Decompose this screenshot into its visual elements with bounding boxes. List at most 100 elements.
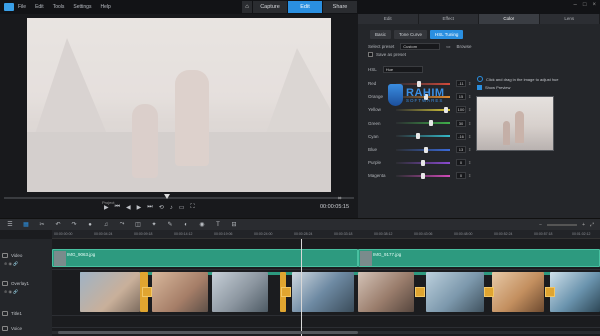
- slider-track[interactable]: [396, 146, 450, 153]
- slider-value[interactable]: 30: [456, 119, 466, 127]
- overlay-clip[interactable]: [426, 272, 484, 312]
- slider-value[interactable]: 0: [456, 159, 466, 167]
- time-ruler[interactable]: 00:00:00:00 00:00:04:24 00:00:09:18 00:0…: [52, 230, 600, 239]
- video-clip[interactable]: IMG_9063.jpg: [52, 249, 358, 267]
- stepper-icon[interactable]: ⇕: [468, 173, 471, 178]
- transition-icon[interactable]: [281, 287, 291, 297]
- audio-icon[interactable]: ♫: [100, 222, 112, 228]
- next-frame-icon[interactable]: ▶: [137, 204, 142, 211]
- split-icon[interactable]: ◫: [132, 221, 144, 228]
- slider-value[interactable]: -16: [456, 132, 466, 140]
- redo-icon[interactable]: ↷: [68, 221, 80, 228]
- paint-icon[interactable]: ✎: [164, 221, 176, 228]
- slider-knob[interactable]: [428, 120, 433, 127]
- play-icon[interactable]: ▶: [104, 204, 109, 211]
- prev-frame-icon[interactable]: ◀: [126, 204, 131, 211]
- fx-icon[interactable]: ✦: [148, 221, 160, 228]
- minimize-icon[interactable]: –: [574, 2, 577, 8]
- preview-window[interactable]: [27, 18, 331, 192]
- timecode-display[interactable]: 00:00:05:15: [320, 204, 349, 210]
- repeat-icon[interactable]: ⟲: [159, 204, 164, 211]
- stepper-icon[interactable]: ⇕: [468, 134, 471, 139]
- menu-help[interactable]: Help: [100, 4, 110, 10]
- mask-icon[interactable]: ◐: [180, 222, 192, 228]
- scrub-handle[interactable]: [164, 194, 170, 199]
- video-clip[interactable]: IMG_9177.jpg: [358, 249, 600, 267]
- zoom-out-icon[interactable]: −: [539, 222, 542, 228]
- undo-icon[interactable]: ↶: [52, 221, 64, 228]
- scrub-bar[interactable]: [4, 197, 354, 199]
- track-header-voice[interactable]: Voice: [2, 326, 22, 331]
- tab-lens[interactable]: Lens: [539, 14, 600, 24]
- browse-button[interactable]: Browse: [457, 44, 472, 49]
- slider-green[interactable]: Green 30 ⇕: [368, 117, 480, 130]
- slider-purple[interactable]: Purple 0 ⇕: [368, 156, 480, 169]
- color-icon[interactable]: ◉: [196, 221, 208, 228]
- tracks-icon[interactable]: ☰: [4, 221, 16, 228]
- scrollbar-thumb[interactable]: [58, 331, 358, 334]
- home-start-icon[interactable]: ⏮: [115, 204, 120, 211]
- transition-icon[interactable]: [415, 287, 425, 297]
- zoom-slider[interactable]: [547, 224, 578, 226]
- overlay-clip[interactable]: [492, 272, 544, 312]
- transition-icon[interactable]: [484, 287, 494, 297]
- zoom-in-icon[interactable]: +: [582, 222, 585, 228]
- folder-icon[interactable]: ▭: [446, 44, 450, 50]
- fit-icon[interactable]: ⤢: [590, 222, 594, 228]
- track-header-title[interactable]: Title1: [2, 311, 22, 316]
- track-controls[interactable]: ⊕ ◉ 🔗: [4, 261, 18, 266]
- slider-cyan[interactable]: Cyan -16 ⇕: [368, 130, 480, 143]
- home-icon[interactable]: ⌂: [242, 1, 252, 13]
- text-icon[interactable]: T: [212, 222, 224, 228]
- close-icon[interactable]: ×: [592, 2, 596, 8]
- menu-file[interactable]: File: [18, 4, 26, 10]
- slider-track[interactable]: [396, 172, 450, 179]
- maximize-icon[interactable]: □: [583, 2, 587, 8]
- stepper-icon[interactable]: ⇕: [468, 94, 471, 99]
- picker-icon[interactable]: [477, 76, 483, 82]
- stepper-icon[interactable]: ⇕: [468, 147, 471, 152]
- slider-track[interactable]: [396, 159, 450, 166]
- slider-knob[interactable]: [424, 146, 428, 153]
- motion-icon[interactable]: ⤳: [116, 221, 128, 228]
- slider-knob[interactable]: [421, 172, 425, 179]
- slider-track[interactable]: [396, 106, 450, 113]
- subtab-basic[interactable]: Basic: [370, 30, 392, 39]
- end-icon[interactable]: ⏭: [147, 204, 152, 211]
- volume-icon[interactable]: ♪: [170, 205, 173, 211]
- slider-value[interactable]: 13: [456, 146, 466, 154]
- tab-share[interactable]: Share: [323, 1, 357, 13]
- slider-track[interactable]: [396, 133, 450, 140]
- aspect-icon[interactable]: ▭: [179, 204, 185, 211]
- subtab-tone-curve[interactable]: Tone Curve: [394, 30, 428, 39]
- subtitle-icon[interactable]: ⊟: [228, 221, 240, 228]
- menu-tools[interactable]: Tools: [53, 4, 65, 10]
- menu-settings[interactable]: Settings: [73, 4, 91, 10]
- tab-edit-options[interactable]: Edit: [358, 14, 419, 24]
- record-icon[interactable]: ●: [84, 222, 96, 228]
- menu-edit[interactable]: Edit: [35, 4, 44, 10]
- crop-icon[interactable]: ⌗: [338, 196, 341, 203]
- overlay-clip[interactable]: [80, 272, 140, 312]
- tab-capture[interactable]: Capture: [253, 1, 287, 13]
- tab-effect[interactable]: Effect: [418, 14, 479, 24]
- preset-dropdown[interactable]: Custom: [400, 43, 441, 50]
- slider-magenta[interactable]: Magenta 0 ⇕: [368, 169, 480, 182]
- slider-blue[interactable]: Blue 13 ⇕: [368, 143, 480, 156]
- scissors-icon[interactable]: ✂: [36, 221, 48, 228]
- overlay-clip[interactable]: [358, 272, 414, 312]
- transition-icon[interactable]: [142, 287, 152, 297]
- stepper-icon[interactable]: ⇕: [468, 160, 471, 165]
- hsl-mode-dropdown[interactable]: Hue: [382, 66, 423, 73]
- overlay-clip[interactable]: [152, 272, 208, 312]
- tab-color[interactable]: Color: [479, 14, 540, 24]
- slider-knob[interactable]: [443, 106, 448, 113]
- timeline-scrollbar[interactable]: [52, 331, 600, 334]
- show-preview-checkbox[interactable]: [477, 85, 482, 90]
- slider-knob[interactable]: [416, 133, 420, 140]
- overlay-clip[interactable]: [212, 272, 268, 312]
- playhead[interactable]: [301, 239, 302, 336]
- slider-value[interactable]: 15: [456, 93, 466, 101]
- stepper-icon[interactable]: ⇕: [468, 121, 471, 126]
- slider-knob[interactable]: [421, 159, 425, 166]
